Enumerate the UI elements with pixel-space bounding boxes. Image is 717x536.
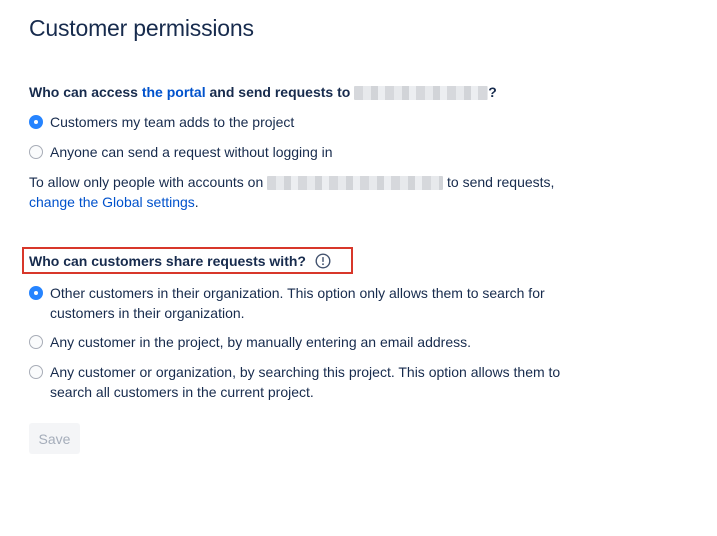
access-question-middle: and send requests to [205, 84, 351, 100]
radio-unselected-icon[interactable] [29, 335, 43, 349]
share-option-label: Any customer in the project, by manually… [50, 334, 471, 350]
access-option-label: Anyone can send a request without loggin… [50, 144, 333, 160]
note-suffix: to send requests, [443, 174, 555, 190]
global-settings-note: To allow only people with accounts on to… [29, 172, 554, 212]
redacted-site-name [267, 176, 444, 191]
access-question-prefix: Who can access [29, 84, 142, 100]
radio-unselected-icon[interactable] [29, 365, 43, 379]
save-button[interactable]: Save [29, 423, 80, 454]
radio-selected-icon[interactable] [29, 286, 43, 300]
radio-unselected-icon[interactable] [29, 145, 43, 159]
portal-link[interactable]: the portal [142, 84, 206, 100]
share-question-text: Who can customers share requests with? [29, 253, 306, 269]
global-settings-link[interactable]: change the Global settings [29, 194, 195, 210]
share-option-email[interactable]: Any customer in the project, by manually… [29, 332, 471, 352]
access-option-anyone[interactable]: Anyone can send a request without loggin… [29, 142, 333, 162]
page-title: Customer permissions [29, 15, 254, 41]
share-option-label: Any customer or organization, by searchi… [50, 364, 561, 400]
access-option-label: Customers my team adds to the project [50, 114, 295, 130]
share-option-search-project[interactable]: Any customer or organization, by searchi… [29, 362, 580, 402]
share-option-organization[interactable]: Other customers in their organization. T… [29, 283, 580, 323]
access-question-suffix: ? [488, 84, 497, 100]
share-question: Who can customers share requests with? [29, 253, 331, 269]
access-question: Who can access the portal and send reque… [29, 84, 497, 101]
customer-permissions-page: Customer permissions Who can access the … [0, 0, 717, 536]
exclamation-circle-icon[interactable] [315, 253, 331, 269]
note-prefix: To allow only people with accounts on [29, 174, 264, 190]
note-end: . [194, 194, 199, 210]
radio-selected-icon[interactable] [29, 115, 43, 129]
access-option-team-adds[interactable]: Customers my team adds to the project [29, 112, 294, 132]
share-option-label: Other customers in their organization. T… [50, 285, 545, 321]
redacted-project-name [354, 86, 489, 101]
